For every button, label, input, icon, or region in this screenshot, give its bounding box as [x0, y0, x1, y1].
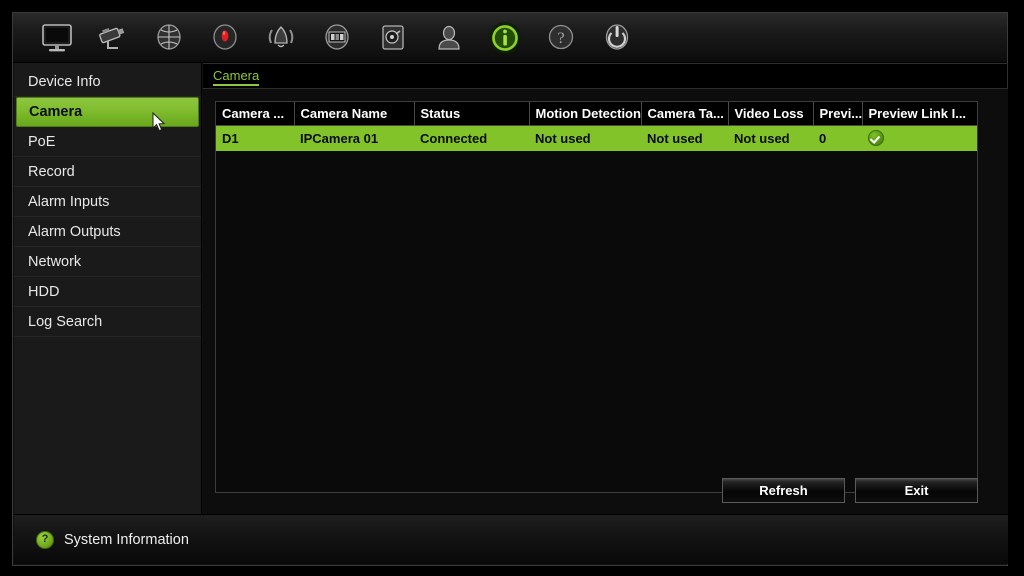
- column-header-status[interactable]: Status: [414, 102, 530, 126]
- column-header-camera-no[interactable]: Camera ...: [216, 102, 295, 126]
- calendar-icon[interactable]: [309, 16, 365, 60]
- exit-button[interactable]: Exit: [855, 478, 978, 503]
- svg-text:?: ?: [557, 30, 564, 47]
- help-circle-icon: ?: [36, 530, 54, 549]
- camera-icon[interactable]: [85, 16, 141, 60]
- cell-preview: 0: [813, 125, 862, 151]
- nvr-screen: ? Device Info Camera PoE Record Alarm In…: [0, 0, 1024, 576]
- export-globe-icon[interactable]: [141, 16, 197, 60]
- camera-table: Camera ... Camera Name Status Motion Det…: [216, 102, 977, 151]
- table-row[interactable]: D1 IPCamera 01 Connected Not used Not us…: [216, 125, 977, 151]
- refresh-button[interactable]: Refresh: [722, 478, 845, 503]
- sidebar-item-alarm-outputs[interactable]: Alarm Outputs: [14, 217, 201, 247]
- footer-buttons: Refresh Exit: [722, 478, 978, 503]
- cell-camera-tamper: Not used: [641, 125, 728, 151]
- hdd-icon[interactable]: [365, 16, 421, 60]
- breadcrumb-camera[interactable]: Camera: [213, 67, 260, 86]
- check-icon: [868, 130, 884, 146]
- column-header-camera-name[interactable]: Camera Name: [294, 102, 415, 126]
- record-icon[interactable]: [197, 16, 253, 60]
- status-bar-text: System Information: [64, 531, 189, 548]
- sidebar-item-hdd[interactable]: HDD: [14, 277, 201, 307]
- cell-status: Connected: [414, 125, 529, 151]
- sidebar-item-camera[interactable]: Camera: [16, 97, 199, 127]
- column-header-preview-link-info[interactable]: Preview Link I...: [862, 102, 977, 126]
- sidebar-item-device-info[interactable]: Device Info: [14, 67, 201, 97]
- content-panel: Camera Camera ... Camera Name Status Mot…: [203, 63, 1008, 515]
- cell-video-loss: Not used: [728, 125, 813, 151]
- info-icon[interactable]: [477, 16, 533, 60]
- column-header-video-loss[interactable]: Video Loss: [728, 102, 814, 126]
- top-toolbar: ?: [13, 13, 1007, 63]
- sidebar-item-network[interactable]: Network: [14, 247, 201, 277]
- camera-table-container: Camera ... Camera Name Status Motion Det…: [215, 101, 978, 493]
- column-header-preview[interactable]: Previ...: [813, 102, 863, 126]
- table-header-row: Camera ... Camera Name Status Motion Det…: [216, 102, 977, 126]
- column-header-motion-detection[interactable]: Motion Detection: [529, 102, 642, 126]
- cell-camera-name: IPCamera 01: [294, 125, 414, 151]
- help-icon[interactable]: ?: [533, 16, 589, 60]
- breadcrumb: Camera: [203, 63, 1008, 89]
- monitor-icon[interactable]: [29, 16, 85, 60]
- cell-preview-link-info: [862, 125, 977, 151]
- cell-camera-no: D1: [216, 125, 294, 151]
- user-icon[interactable]: [421, 16, 477, 60]
- status-bar: ? System Information: [14, 514, 1008, 564]
- alarm-bell-icon[interactable]: [253, 16, 309, 60]
- sidebar-menu: Device Info Camera PoE Record Alarm Inpu…: [14, 63, 202, 515]
- column-header-camera-tamper[interactable]: Camera Ta...: [641, 102, 729, 126]
- sidebar-item-record[interactable]: Record: [14, 157, 201, 187]
- sidebar-item-log-search[interactable]: Log Search: [14, 307, 201, 337]
- sidebar-item-poe[interactable]: PoE: [14, 127, 201, 157]
- main-window: ? Device Info Camera PoE Record Alarm In…: [12, 12, 1008, 566]
- power-icon[interactable]: [589, 16, 645, 60]
- sidebar-item-alarm-inputs[interactable]: Alarm Inputs: [14, 187, 201, 217]
- cell-motion-detection: Not used: [529, 125, 641, 151]
